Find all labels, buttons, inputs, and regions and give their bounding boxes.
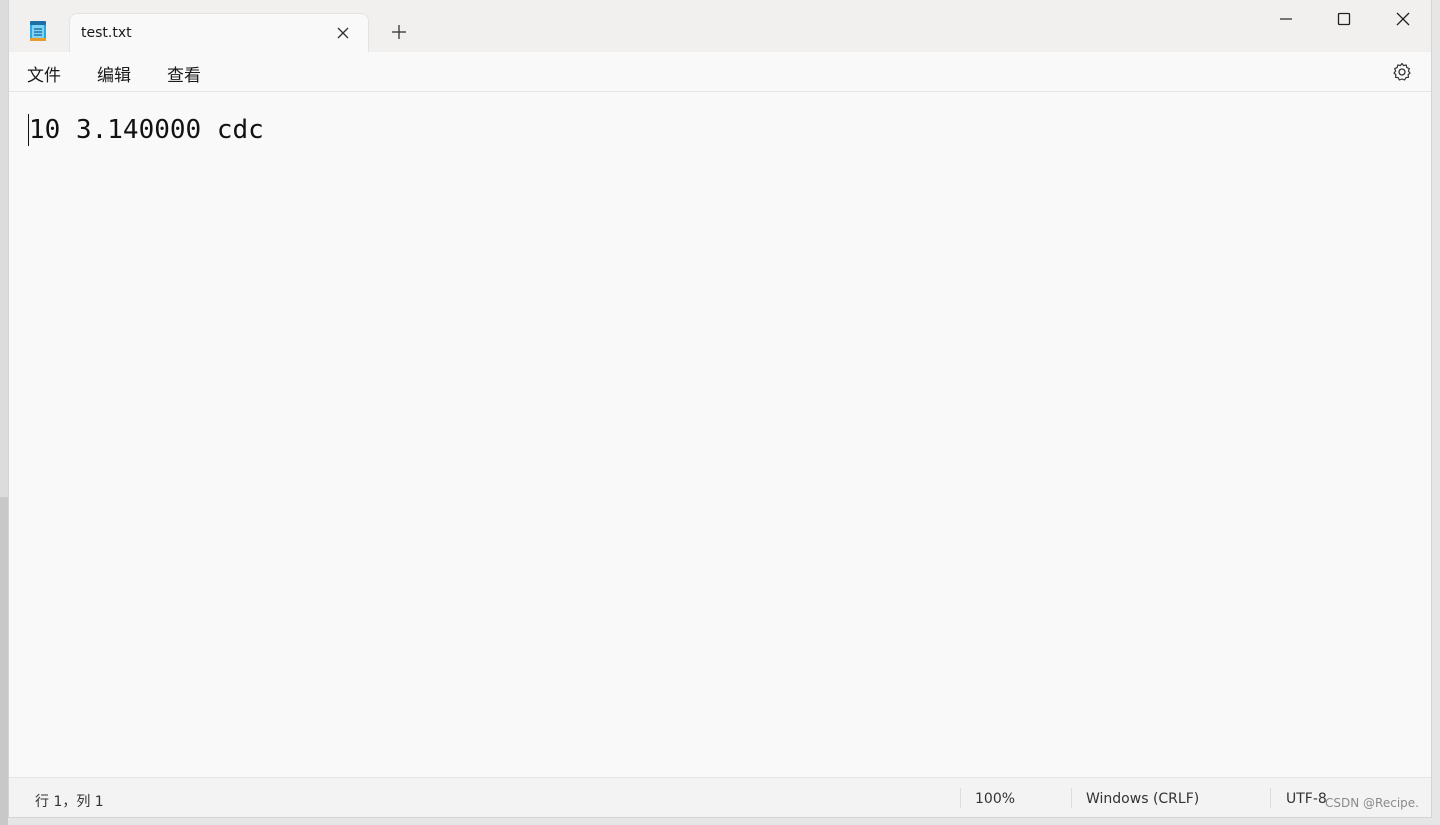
menu-file[interactable]: 文件 (27, 61, 61, 86)
text-editor-area[interactable]: 10 3.140000 cdc (9, 93, 1431, 777)
minimize-icon (1280, 18, 1292, 20)
status-divider (960, 788, 961, 808)
encoding: UTF-8 (1286, 791, 1327, 807)
title-bar: test.txt (9, 0, 1431, 52)
line-ending: Windows (CRLF) (1086, 791, 1200, 807)
menu-view[interactable]: 查看 (167, 61, 201, 86)
background-window-edge-lower (0, 497, 8, 825)
zoom-level: 100% (975, 791, 1016, 807)
plus-icon[interactable] (390, 23, 408, 41)
cursor-position: 行 1，列 1 (35, 794, 104, 810)
notepad-icon (29, 20, 47, 42)
menu-edit[interactable]: 编辑 (97, 61, 131, 86)
close-icon[interactable] (336, 25, 350, 39)
maximize-icon (1337, 12, 1351, 26)
status-divider (1071, 788, 1072, 808)
tab-title: test.txt (81, 25, 132, 41)
editor-content[interactable]: 10 3.140000 cdc (29, 115, 264, 145)
notepad-window: test.txt 文件 编辑 查看 10 3.140000 cdc 行 1，列 … (8, 0, 1432, 818)
menu-bar: 文件 编辑 查看 (9, 52, 1431, 92)
close-window-button[interactable] (1380, 8, 1426, 30)
minimize-button[interactable] (1263, 8, 1309, 30)
status-bar: 行 1，列 1 100% Windows (CRLF) UTF-8 CSDN @… (9, 777, 1431, 817)
maximize-button[interactable] (1321, 8, 1367, 30)
gear-icon[interactable] (1392, 62, 1412, 82)
tab-test-txt[interactable]: test.txt (69, 13, 369, 52)
watermark: CSDN @Recipe. (1325, 796, 1419, 810)
status-divider (1270, 788, 1271, 808)
close-icon (1396, 12, 1410, 26)
